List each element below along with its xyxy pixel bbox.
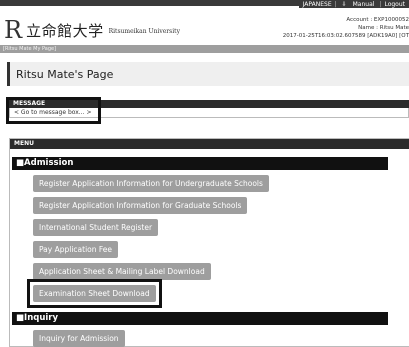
application-sheet-download-button[interactable]: Application Sheet & Mailing Label Downlo… bbox=[33, 263, 211, 280]
account-id: Account : EXP1000052 bbox=[346, 17, 409, 23]
manual-label: Manual bbox=[352, 0, 375, 8]
international-student-register-button[interactable]: International Student Register bbox=[33, 219, 159, 236]
message-highlight-frame bbox=[6, 97, 101, 124]
logout-link[interactable]: Logout bbox=[382, 1, 407, 8]
breadcrumb-bar: [Ritsu Mate My Page] bbox=[0, 45, 409, 53]
admission-heading: ■Admission bbox=[12, 157, 388, 170]
manual-link[interactable]: ⇩ Manual bbox=[338, 1, 379, 8]
menu-heading: MENU bbox=[10, 139, 409, 149]
pay-application-fee-button[interactable]: Pay Application Fee bbox=[33, 241, 119, 258]
account-name: Name : Ritsu Mate bbox=[358, 25, 409, 31]
logo-mark-icon: R bbox=[4, 16, 23, 44]
university-name-en: Ritsumeikan University bbox=[108, 28, 180, 35]
page-title-bar: Ritsu Mate's Page bbox=[7, 62, 409, 86]
examination-button-highlight-frame bbox=[27, 279, 162, 308]
university-name-jp: 立命館大学 bbox=[26, 21, 104, 40]
session-info: 2017-01-25T16:03:02.607589 [ADK19A0] [OT bbox=[282, 33, 409, 39]
breadcrumb[interactable]: [Ritsu Mate My Page] bbox=[3, 45, 56, 53]
inquiry-heading: ■Inquiry bbox=[12, 312, 388, 325]
download-icon: ⇩ bbox=[341, 0, 347, 8]
register-graduate-button[interactable]: Register Application Information for Gra… bbox=[33, 197, 248, 214]
account-info: Account : EXP1000052 Name : Ritsu Mate 2… bbox=[283, 16, 409, 40]
university-logo[interactable]: R 立命館大学 Ritsumeikan University bbox=[4, 18, 180, 42]
page-title: Ritsu Mate's Page bbox=[16, 67, 114, 81]
inquiry-admission-button[interactable]: Inquiry for Admission bbox=[33, 330, 125, 347]
register-undergraduate-button[interactable]: Register Application Information for Und… bbox=[33, 175, 269, 192]
language-link[interactable]: JAPANESE bbox=[301, 1, 334, 8]
top-links: JAPANESE | ⇩ Manual | Logout bbox=[298, 0, 409, 8]
